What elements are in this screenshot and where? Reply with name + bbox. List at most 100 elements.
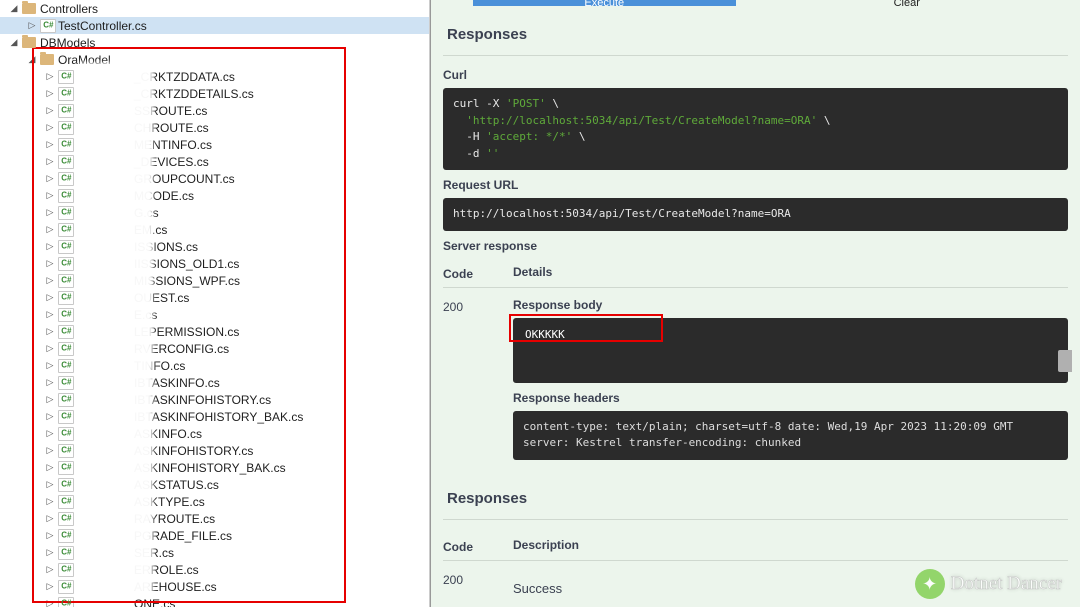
responses-header: Responses [443, 10, 1068, 56]
chevron-right-icon[interactable]: ▷ [44, 411, 56, 423]
status-code: 200 [443, 298, 513, 460]
file-item[interactable]: ▷ TINFO.cs [0, 357, 429, 374]
folder-oramodel[interactable]: ◢ OraModel [0, 51, 429, 68]
chevron-right-icon[interactable]: ▷ [44, 394, 56, 406]
chevron-right-icon[interactable]: ▷ [44, 156, 56, 168]
code-col-header: Code [443, 265, 513, 281]
chevron-right-icon[interactable]: ▷ [44, 479, 56, 491]
chevron-right-icon[interactable]: ▷ [44, 428, 56, 440]
file-item[interactable]: ▷ASKINFOHISTORY.cs [0, 442, 429, 459]
chevron-right-icon[interactable]: ▷ [44, 547, 56, 559]
chevron-right-icon[interactable]: ▷ [44, 190, 56, 202]
file-item[interactable]: ▷ ONE.cs [0, 595, 429, 607]
csharp-icon [58, 206, 74, 220]
file-label: ONE.cs [134, 597, 175, 607]
file-item[interactable]: ▷CHROUTE.cs [0, 119, 429, 136]
file-item[interactable]: ▷E.cs [0, 306, 429, 323]
chevron-right-icon[interactable]: ▷ [44, 445, 56, 457]
chevron-right-icon[interactable]: ▷ [44, 207, 56, 219]
folder-icon [22, 37, 36, 48]
file-item[interactable]: ▷MISSIONS_WPF.cs [0, 272, 429, 289]
chevron-down-icon[interactable]: ◢ [8, 37, 20, 49]
chevron-right-icon[interactable]: ▷ [44, 343, 56, 355]
file-label: SSROUTE.cs [134, 104, 207, 118]
chevron-right-icon[interactable]: ▷ [44, 530, 56, 542]
file-testcontroller[interactable]: ▷ TestController.cs [0, 17, 429, 34]
chevron-down-icon[interactable]: ◢ [8, 3, 20, 15]
chevron-down-icon[interactable]: ◢ [26, 54, 38, 66]
file-item[interactable]: ▷IBTASKINFOHISTORY.cs [0, 391, 429, 408]
chevron-right-icon[interactable]: ▷ [44, 122, 56, 134]
file-item[interactable]: ▷_DEVICES.cs [0, 153, 429, 170]
chevron-right-icon[interactable]: ▷ [44, 241, 56, 253]
file-label: TINFO.cs [134, 359, 185, 373]
response-body-text: OKKKKK [525, 328, 565, 341]
chevron-right-icon[interactable]: ▷ [44, 275, 56, 287]
chevron-right-icon[interactable]: ▷ [44, 173, 56, 185]
chevron-right-icon[interactable]: ▷ [44, 360, 56, 372]
chevron-right-icon[interactable]: ▷ [44, 598, 56, 607]
file-item[interactable]: ▷LEPERMISSION.cs [0, 323, 429, 340]
file-item[interactable]: ▷ISSIONS.cs [0, 238, 429, 255]
file-item[interactable]: ▷ERROLE.cs [0, 561, 429, 578]
chevron-right-icon[interactable]: ▷ [44, 581, 56, 593]
request-url-block[interactable]: http://localhost:5034/api/Test/CreateMod… [443, 198, 1068, 231]
chevron-right-icon[interactable]: ▷ [44, 258, 56, 270]
file-item[interactable]: ▷GROUPCOUNT.cs [0, 170, 429, 187]
file-item[interactable]: ▷IBTASKINFO.cs [0, 374, 429, 391]
csharp-icon [58, 172, 74, 186]
file-item[interactable]: ▷ SSROUTE.cs [0, 102, 429, 119]
file-item[interactable]: ▷ PGRADE_FILE.cs [0, 527, 429, 544]
file-item[interactable]: ▷OUEST.cs [0, 289, 429, 306]
response-body-block[interactable]: OKKKKK [513, 318, 1068, 383]
chevron-right-icon[interactable]: ▷ [44, 377, 56, 389]
watermark-text: Dotnet Dancer [951, 573, 1062, 595]
execute-button[interactable]: Execute [473, 0, 736, 6]
folder-dbmodels[interactable]: ◢ DBModels [0, 34, 429, 51]
file-item[interactable]: ▷IISSIONS_OLD1.cs [0, 255, 429, 272]
chevron-right-icon[interactable]: ▷ [44, 71, 56, 83]
file-item[interactable]: ▷ASKINFOHISTORY_BAK.cs [0, 459, 429, 476]
desc-col-header: Description [513, 538, 1068, 554]
chevron-right-icon[interactable]: ▷ [44, 105, 56, 117]
chevron-right-icon[interactable]: ▷ [44, 496, 56, 508]
csharp-icon [58, 138, 74, 152]
file-item[interactable]: ▷RVERCONFIG.cs [0, 340, 429, 357]
file-item[interactable]: ▷AREHOUSE.cs [0, 578, 429, 595]
file-item[interactable]: ▷ASKSTATUS.cs [0, 476, 429, 493]
swagger-panel[interactable]: Execute Clear Responses Curl curl -X 'PO… [430, 0, 1080, 607]
folder-controllers[interactable]: ◢ Controllers [0, 0, 429, 17]
file-item[interactable]: ▷IBTASKINFOHISTORY_BAK.cs [0, 408, 429, 425]
clear-button[interactable]: Clear [776, 0, 1039, 6]
curl-block[interactable]: curl -X 'POST' \ 'http://localhost:5034/… [443, 88, 1068, 170]
solution-explorer[interactable]: ◢ Controllers ▷ TestController.cs ◢ DBMo… [0, 0, 430, 607]
file-item[interactable]: ▷_CRKTZDDATA.cs [0, 68, 429, 85]
file-item[interactable]: ▷EM.cs [0, 221, 429, 238]
file-item[interactable]: ▷G.cs [0, 204, 429, 221]
file-item[interactable]: ▷MCODE.cs [0, 187, 429, 204]
csharp-icon [58, 325, 74, 339]
file-item[interactable]: ▷ASKTYPE.cs [0, 493, 429, 510]
file-item[interactable]: ▷SER.cs [0, 544, 429, 561]
chevron-right-icon[interactable]: ▷ [44, 292, 56, 304]
chevron-right-icon[interactable]: ▷ [44, 88, 56, 100]
chevron-right-icon[interactable]: ▷ [44, 513, 56, 525]
csharp-icon [58, 580, 74, 594]
copy-icon[interactable] [1058, 350, 1072, 372]
csharp-icon [58, 427, 74, 441]
chevron-right-icon[interactable]: ▷ [26, 20, 38, 32]
csharp-icon [58, 155, 74, 169]
file-item[interactable]: ▷_CRKTZDDETAILS.cs [0, 85, 429, 102]
file-item[interactable]: ▷ASKINFO.cs [0, 425, 429, 442]
csharp-icon [58, 461, 74, 475]
chevron-right-icon[interactable]: ▷ [44, 139, 56, 151]
chevron-right-icon[interactable]: ▷ [44, 326, 56, 338]
chevron-right-icon[interactable]: ▷ [44, 224, 56, 236]
response-headers-block[interactable]: content-type: text/plain; charset=utf-8 … [513, 411, 1068, 460]
file-item[interactable]: ▷RAYROUTE.cs [0, 510, 429, 527]
chevron-right-icon[interactable]: ▷ [44, 564, 56, 576]
file-item[interactable]: ▷MENTINFO.cs [0, 136, 429, 153]
file-label: PGRADE_FILE.cs [134, 529, 232, 543]
chevron-right-icon[interactable]: ▷ [44, 309, 56, 321]
chevron-right-icon[interactable]: ▷ [44, 462, 56, 474]
